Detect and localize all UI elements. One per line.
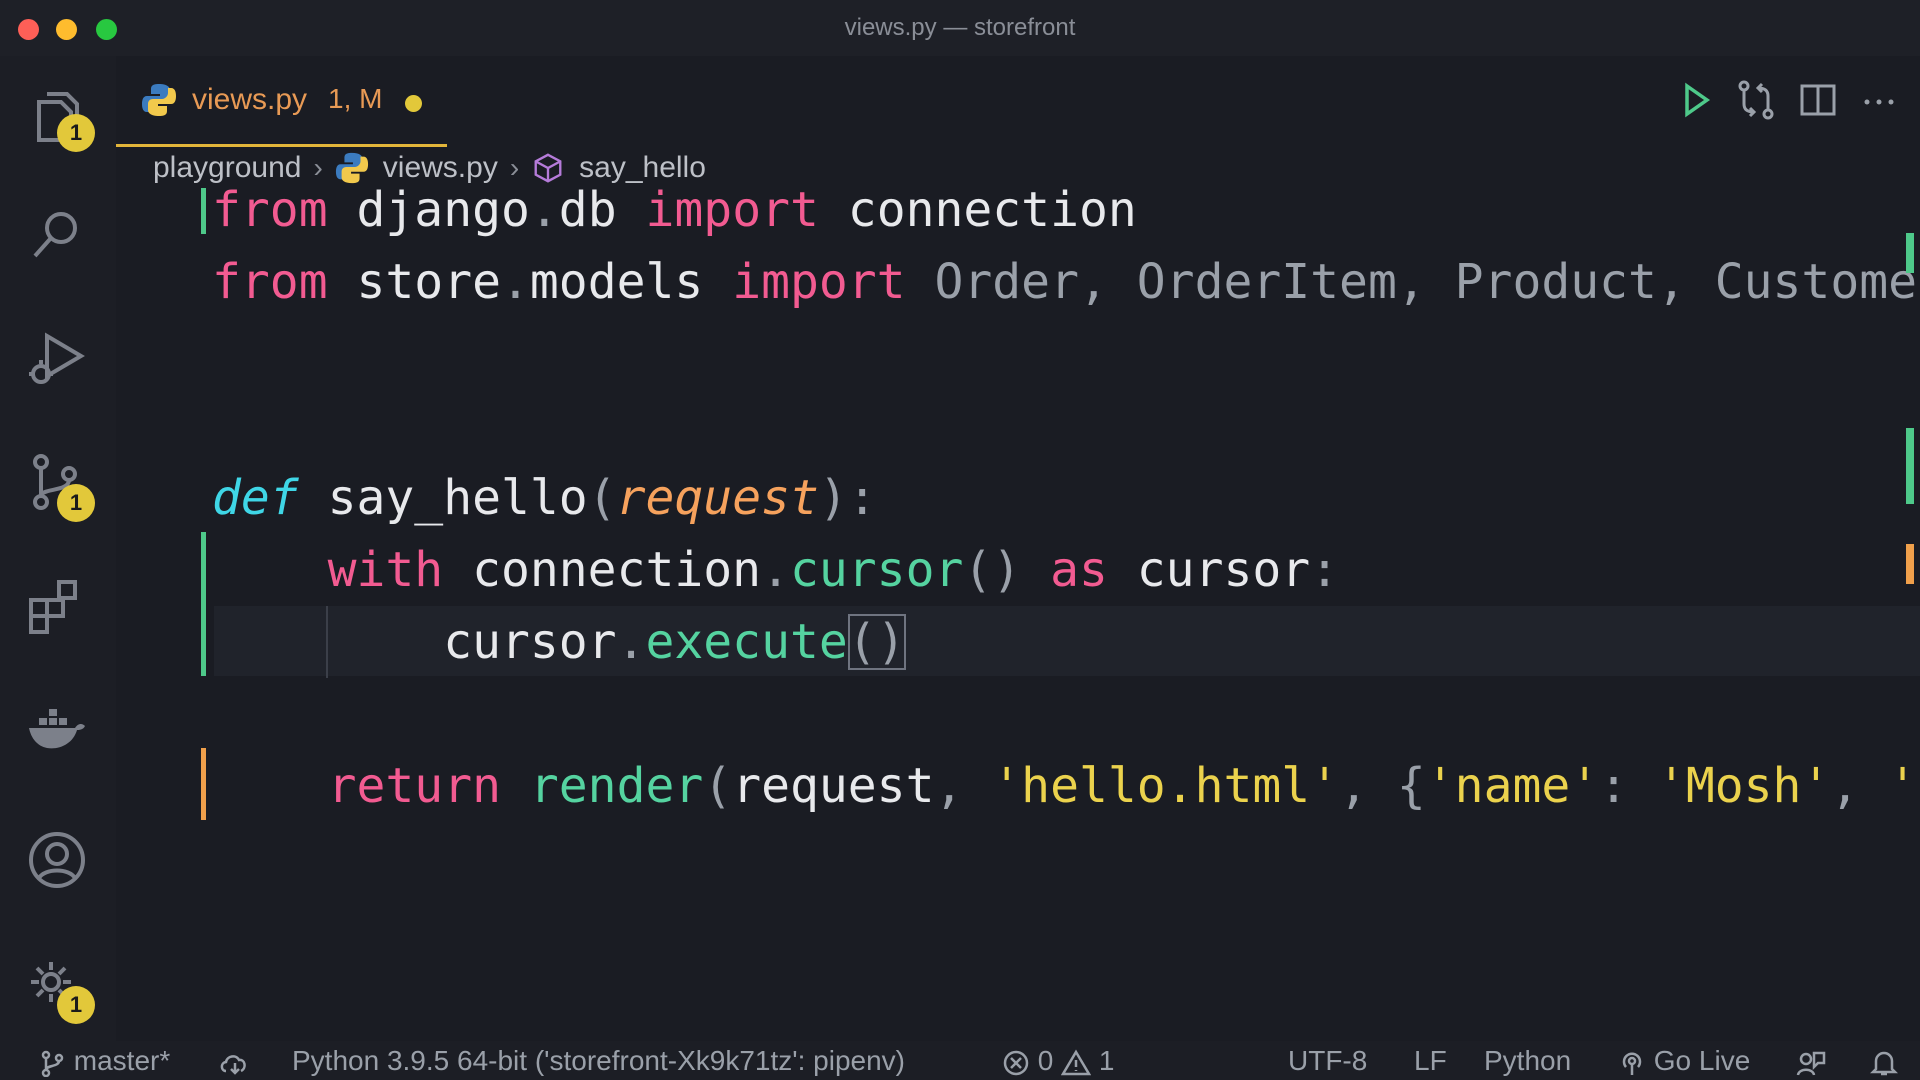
- code-line-execute[interactable]: cursor.execute(): [212, 606, 1920, 678]
- breadcrumb-symbol[interactable]: say_hello: [579, 151, 706, 185]
- extensions-icon[interactable]: [25, 574, 89, 638]
- window-title: views.py — storefront: [844, 14, 1076, 41]
- code-line-with[interactable]: with connection.cursor() as cursor:: [212, 534, 1920, 606]
- go-live-button[interactable]: Go Live: [1618, 1045, 1750, 1077]
- explorer-badge: 1: [57, 114, 95, 152]
- branch-indicator[interactable]: master*: [38, 1045, 170, 1077]
- code-line-return[interactable]: return render(request, 'hello.html', {'n…: [212, 750, 1920, 822]
- python-file-icon: [335, 152, 368, 184]
- activity-bar: 1 1 1: [0, 56, 116, 1041]
- overview-ruler-modified[interactable]: [1906, 544, 1914, 584]
- breadcrumb-file[interactable]: views.py: [383, 151, 498, 185]
- tab-views-py[interactable]: views.py 1, M: [116, 56, 447, 147]
- python-file-icon: [142, 84, 176, 116]
- function-cube-icon: [534, 153, 562, 183]
- problems-indicator[interactable]: 0 1: [1002, 1045, 1115, 1077]
- sync-icon[interactable]: [218, 1045, 252, 1077]
- source-control-badge: 1: [57, 484, 95, 522]
- breadcrumb-folder[interactable]: playground: [153, 151, 301, 185]
- python-interpreter[interactable]: Python 3.9.5 64-bit ('storefront-Xk9k71t…: [292, 1045, 905, 1077]
- run-debug-icon[interactable]: [25, 328, 89, 392]
- added-lines-marker: [201, 532, 206, 676]
- modified-line-marker: [201, 748, 206, 820]
- code-line-def[interactable]: def say_hello(request):: [212, 462, 1920, 534]
- open-changes-icon[interactable]: [1734, 78, 1778, 122]
- code-line-2[interactable]: from store.models import Order, OrderIte…: [212, 246, 1920, 318]
- settings-gear-icon[interactable]: 1: [25, 952, 95, 1024]
- eol-indicator[interactable]: LF: [1414, 1045, 1447, 1077]
- search-icon[interactable]: [25, 204, 89, 268]
- account-icon[interactable]: [25, 828, 89, 892]
- chevron-right-icon: ›: [509, 152, 520, 183]
- added-lines-marker: [201, 188, 206, 234]
- settings-badge: 1: [57, 986, 95, 1024]
- encoding-indicator[interactable]: UTF-8: [1288, 1045, 1367, 1077]
- split-editor-icon[interactable]: [1796, 78, 1840, 122]
- chevron-right-icon: ›: [313, 152, 323, 183]
- overview-ruler-added[interactable]: [1906, 428, 1914, 504]
- warning-icon: [1060, 1049, 1092, 1075]
- broadcast-icon: [1622, 1052, 1642, 1075]
- more-actions-icon[interactable]: [1857, 78, 1901, 122]
- language-mode[interactable]: Python: [1484, 1045, 1571, 1077]
- notifications-bell-icon[interactable]: [1869, 1045, 1899, 1077]
- git-branch-icon: [41, 1050, 64, 1077]
- unsaved-dot-icon[interactable]: [405, 95, 422, 112]
- feedback-icon[interactable]: [1796, 1045, 1826, 1077]
- tab-status: 1, M: [328, 83, 383, 114]
- run-button[interactable]: [1673, 78, 1717, 122]
- status-bar: master* Python 3.9.5 64-bit ('storefront…: [0, 1041, 1920, 1080]
- source-control-icon[interactable]: 1: [25, 450, 95, 522]
- code-editor[interactable]: from django.db import connection from st…: [116, 188, 1920, 1040]
- tab-label: views.py: [192, 83, 308, 116]
- overview-ruler-added[interactable]: [1906, 233, 1914, 273]
- matching-bracket-highlight: (): [847, 614, 906, 670]
- code-line-1[interactable]: from django.db import connection: [212, 188, 1920, 246]
- explorer-icon[interactable]: 1: [25, 82, 95, 152]
- breadcrumb: playground › views.py › say_hello: [153, 148, 706, 188]
- docker-icon[interactable]: [25, 696, 89, 760]
- error-icon: [1003, 1050, 1029, 1075]
- editor-tab-bar: views.py 1, M: [116, 56, 1920, 147]
- title-bar: views.py — storefront: [0, 0, 1920, 56]
